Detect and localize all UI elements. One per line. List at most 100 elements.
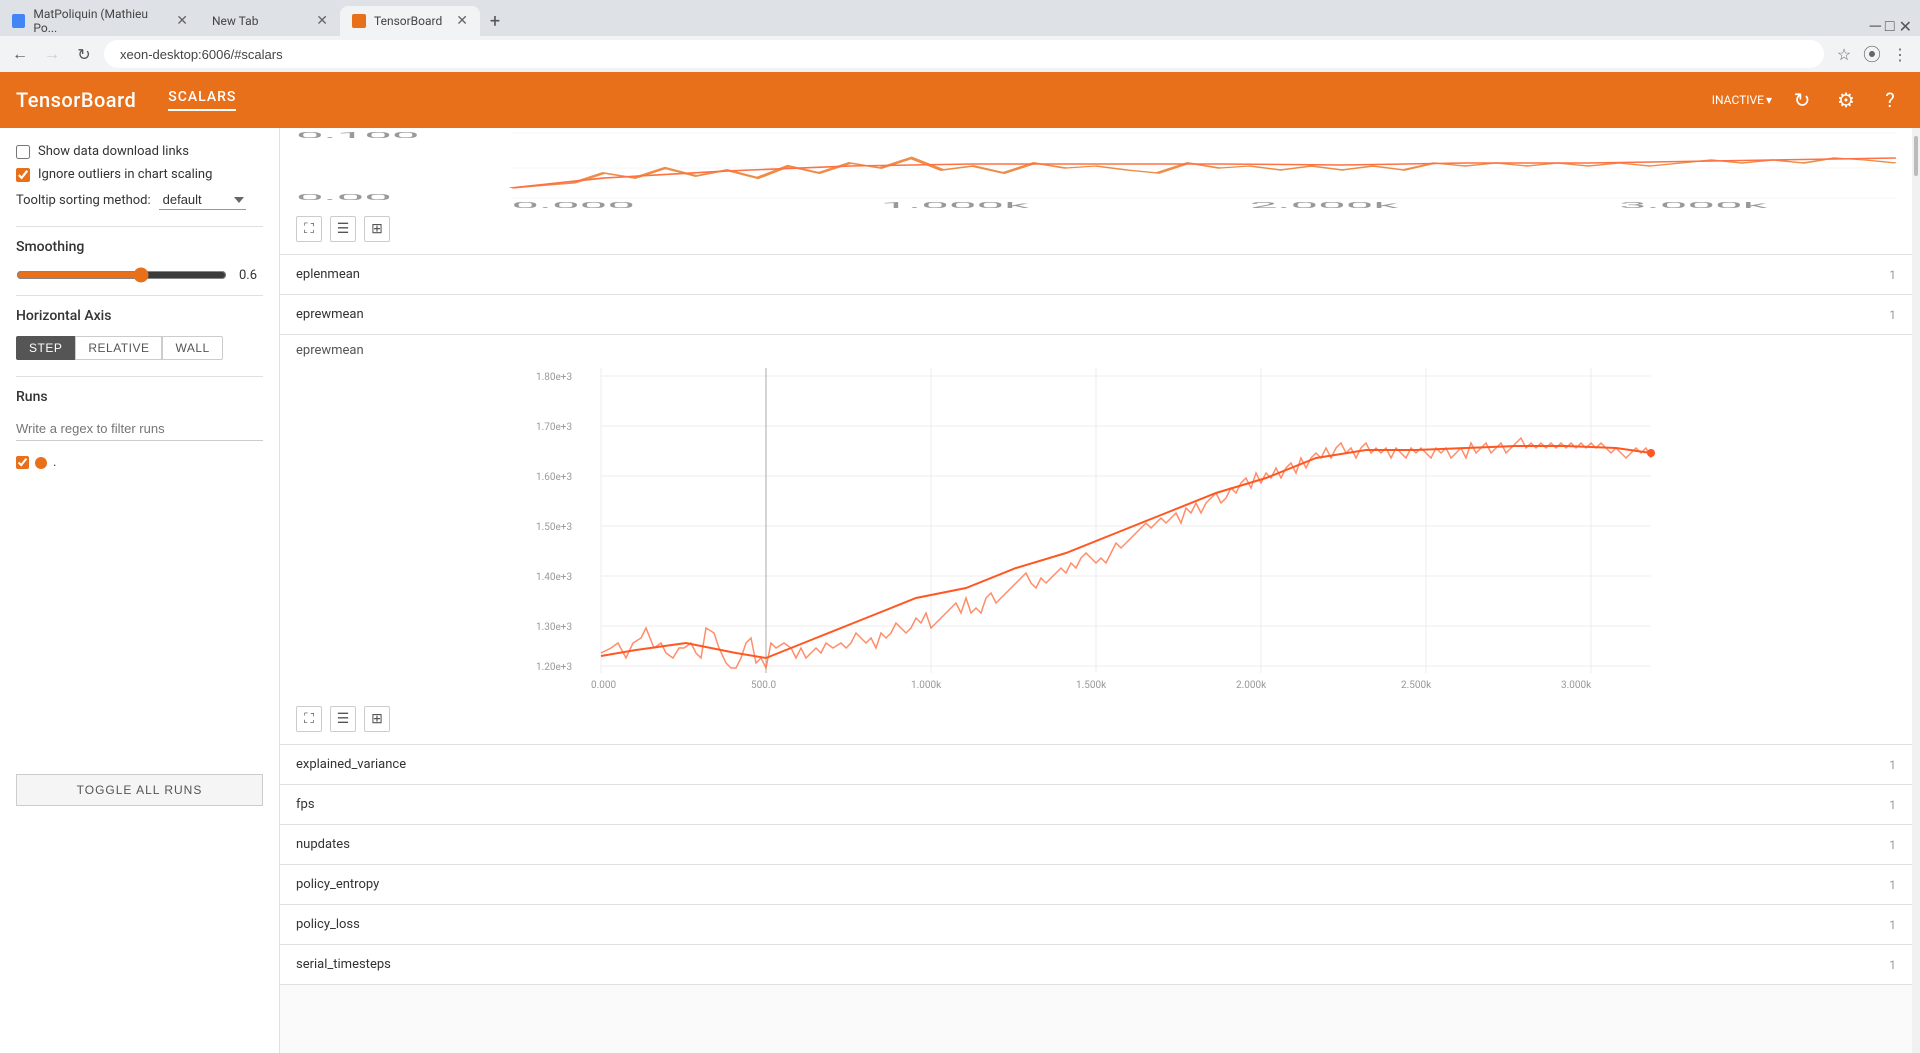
restore-button[interactable]: □ bbox=[1885, 16, 1895, 36]
address-bar: ← → ↻ ☆ ⦿ ⋮ bbox=[0, 36, 1920, 72]
svg-text:1.30e+3: 1.30e+3 bbox=[536, 622, 572, 633]
show-download-checkbox[interactable] bbox=[16, 145, 30, 159]
svg-text:1.70e+3: 1.70e+3 bbox=[536, 422, 572, 433]
address-input[interactable] bbox=[104, 40, 1824, 68]
svg-text:1.000k: 1.000k bbox=[881, 201, 1030, 208]
serial-timesteps-section[interactable]: serial_timesteps 1 bbox=[280, 945, 1912, 985]
nupdates-count: 1 bbox=[1889, 838, 1896, 852]
explained-variance-count: 1 bbox=[1889, 758, 1896, 772]
show-download-label: Show data download links bbox=[38, 144, 189, 159]
more-button[interactable]: ⋮ bbox=[1888, 42, 1912, 66]
tab-close-matpoliquin[interactable]: ✕ bbox=[176, 13, 188, 29]
chart-area: 0.100 0.00 0.000 1.000k 2.000k 3.000k bbox=[280, 128, 1912, 1053]
right-scrollbar bbox=[1912, 128, 1920, 1053]
ignore-outliers-checkbox[interactable] bbox=[16, 168, 30, 182]
back-button[interactable]: ← bbox=[8, 42, 32, 66]
tab-label-tensorboard: TensorBoard bbox=[374, 14, 442, 28]
svg-text:2.000k: 2.000k bbox=[1236, 680, 1267, 691]
list-eprewmean-button[interactable]: ☰ bbox=[330, 706, 356, 732]
tab-tensorboard[interactable]: TensorBoard ✕ bbox=[340, 6, 480, 36]
toggle-all-runs-button[interactable]: TOGGLE ALL RUNS bbox=[16, 774, 263, 806]
tab-bar: MatPoliquin (Mathieu Po... ✕ New Tab ✕ T… bbox=[0, 0, 1920, 36]
policy-entropy-count: 1 bbox=[1889, 878, 1896, 892]
address-right: ☆ ⦿ ⋮ bbox=[1832, 42, 1912, 66]
new-tab-button[interactable]: + bbox=[480, 6, 510, 36]
explained-variance-section[interactable]: explained_variance 1 bbox=[280, 745, 1912, 785]
horizontal-axis-title: Horizontal Axis bbox=[16, 308, 263, 324]
serial-timesteps-title: serial_timesteps bbox=[296, 957, 391, 972]
grid-eprewmean-button[interactable]: ⊞ bbox=[364, 706, 390, 732]
main-content: Show data download links Ignore outliers… bbox=[0, 128, 1920, 1053]
close-browser-button[interactable]: ✕ bbox=[1899, 17, 1912, 36]
policy-loss-count: 1 bbox=[1889, 918, 1896, 932]
serial-timesteps-count: 1 bbox=[1889, 958, 1896, 972]
tab-close-tensorboard[interactable]: ✕ bbox=[456, 13, 468, 29]
svg-text:0.00: 0.00 bbox=[296, 193, 392, 203]
tab-close-newtab[interactable]: ✕ bbox=[316, 13, 328, 29]
help-button[interactable]: ? bbox=[1876, 86, 1904, 114]
svg-text:2.500k: 2.500k bbox=[1401, 680, 1432, 691]
run-item-1: . bbox=[16, 455, 263, 470]
divider-3 bbox=[16, 376, 263, 377]
svg-text:3.000k: 3.000k bbox=[1619, 201, 1768, 208]
app-header: TensorBoard SCALARS INACTIVE ▾ ↻ ⚙ ? bbox=[0, 72, 1920, 128]
eplenmean-count: 1 bbox=[1889, 268, 1896, 282]
axis-wall-button[interactable]: WALL bbox=[162, 336, 222, 360]
run-label-1: . bbox=[53, 455, 56, 470]
smoothing-slider[interactable] bbox=[16, 267, 227, 283]
scrollbar-thumb[interactable] bbox=[1914, 136, 1918, 176]
settings-button[interactable]: ⚙ bbox=[1832, 86, 1860, 114]
tab-label-matpoliquin: MatPoliquin (Mathieu Po... bbox=[33, 7, 168, 35]
eprewmean-chart-label: eprewmean bbox=[296, 343, 364, 358]
refresh-button[interactable]: ↻ bbox=[1788, 86, 1816, 114]
app-logo: TensorBoard bbox=[16, 88, 136, 112]
svg-text:1.60e+3: 1.60e+3 bbox=[536, 472, 572, 483]
browser-chrome: MatPoliquin (Mathieu Po... ✕ New Tab ✕ T… bbox=[0, 0, 1920, 72]
tooltip-row: Tooltip sorting method: default ascendin… bbox=[16, 190, 263, 210]
list-chart-button[interactable]: ☰ bbox=[330, 216, 356, 242]
run-dot-1 bbox=[35, 457, 47, 469]
show-download-row: Show data download links bbox=[16, 144, 263, 159]
eprewmean-chart-controls: ⛶ ☰ ⊞ bbox=[296, 702, 1896, 736]
account-button[interactable]: ⦿ bbox=[1860, 42, 1884, 66]
svg-text:1.000k: 1.000k bbox=[911, 680, 942, 691]
expand-eprewmean-button[interactable]: ⛶ bbox=[296, 706, 322, 732]
app: TensorBoard SCALARS INACTIVE ▾ ↻ ⚙ ? Sho… bbox=[0, 72, 1920, 1053]
tab-matpoliquin[interactable]: MatPoliquin (Mathieu Po... ✕ bbox=[0, 6, 200, 36]
fps-count: 1 bbox=[1889, 798, 1896, 812]
tab-favicon-blue bbox=[12, 14, 25, 28]
nav-scalars[interactable]: SCALARS bbox=[168, 89, 236, 111]
smoothing-container: 0.6 bbox=[16, 267, 263, 283]
svg-text:2.000k: 2.000k bbox=[1250, 201, 1399, 208]
eprewmean-chart-section: eprewmean 1.80e+3 1.70e+3 1.60e+3 1.50e+… bbox=[280, 335, 1912, 745]
tab-newtab[interactable]: New Tab ✕ bbox=[200, 6, 340, 36]
ignore-outliers-label: Ignore outliers in chart scaling bbox=[38, 167, 212, 182]
reload-button[interactable]: ↻ bbox=[72, 42, 96, 66]
fps-section[interactable]: fps 1 bbox=[280, 785, 1912, 825]
svg-text:0.000: 0.000 bbox=[591, 680, 616, 691]
mini-chart-controls: ⛶ ☰ ⊞ bbox=[296, 212, 1896, 246]
forward-button[interactable]: → bbox=[40, 42, 64, 66]
expand-chart-button[interactable]: ⛶ bbox=[296, 216, 322, 242]
chevron-down-icon: ▾ bbox=[1766, 93, 1772, 107]
divider-1 bbox=[16, 226, 263, 227]
nupdates-section[interactable]: nupdates 1 bbox=[280, 825, 1912, 865]
runs-filter-input[interactable] bbox=[16, 417, 263, 441]
star-button[interactable]: ☆ bbox=[1832, 42, 1856, 66]
status-dropdown[interactable]: INACTIVE ▾ bbox=[1712, 93, 1772, 107]
mini-chart-section: 0.100 0.00 0.000 1.000k 2.000k 3.000k bbox=[280, 128, 1912, 255]
axis-step-button[interactable]: STEP bbox=[16, 336, 75, 360]
eplenmean-section[interactable]: eplenmean 1 bbox=[280, 255, 1912, 295]
eprewmean-header[interactable]: eprewmean 1 bbox=[280, 295, 1912, 335]
tooltip-sort-select[interactable]: default ascending descending nearest bbox=[159, 190, 246, 210]
divider-2 bbox=[16, 295, 263, 296]
axis-relative-button[interactable]: RELATIVE bbox=[75, 336, 162, 360]
grid-chart-button[interactable]: ⊞ bbox=[364, 216, 390, 242]
policy-entropy-title: policy_entropy bbox=[296, 877, 379, 892]
policy-loss-section[interactable]: policy_loss 1 bbox=[280, 905, 1912, 945]
eprewmean-chart-svg: 1.80e+3 1.70e+3 1.60e+3 1.50e+3 1.40e+3 … bbox=[296, 358, 1896, 698]
policy-entropy-section[interactable]: policy_entropy 1 bbox=[280, 865, 1912, 905]
run-checkbox-1[interactable] bbox=[16, 456, 29, 469]
tooltip-sort-label: Tooltip sorting method: bbox=[16, 193, 151, 208]
minimize-button[interactable]: ─ bbox=[1870, 16, 1881, 36]
